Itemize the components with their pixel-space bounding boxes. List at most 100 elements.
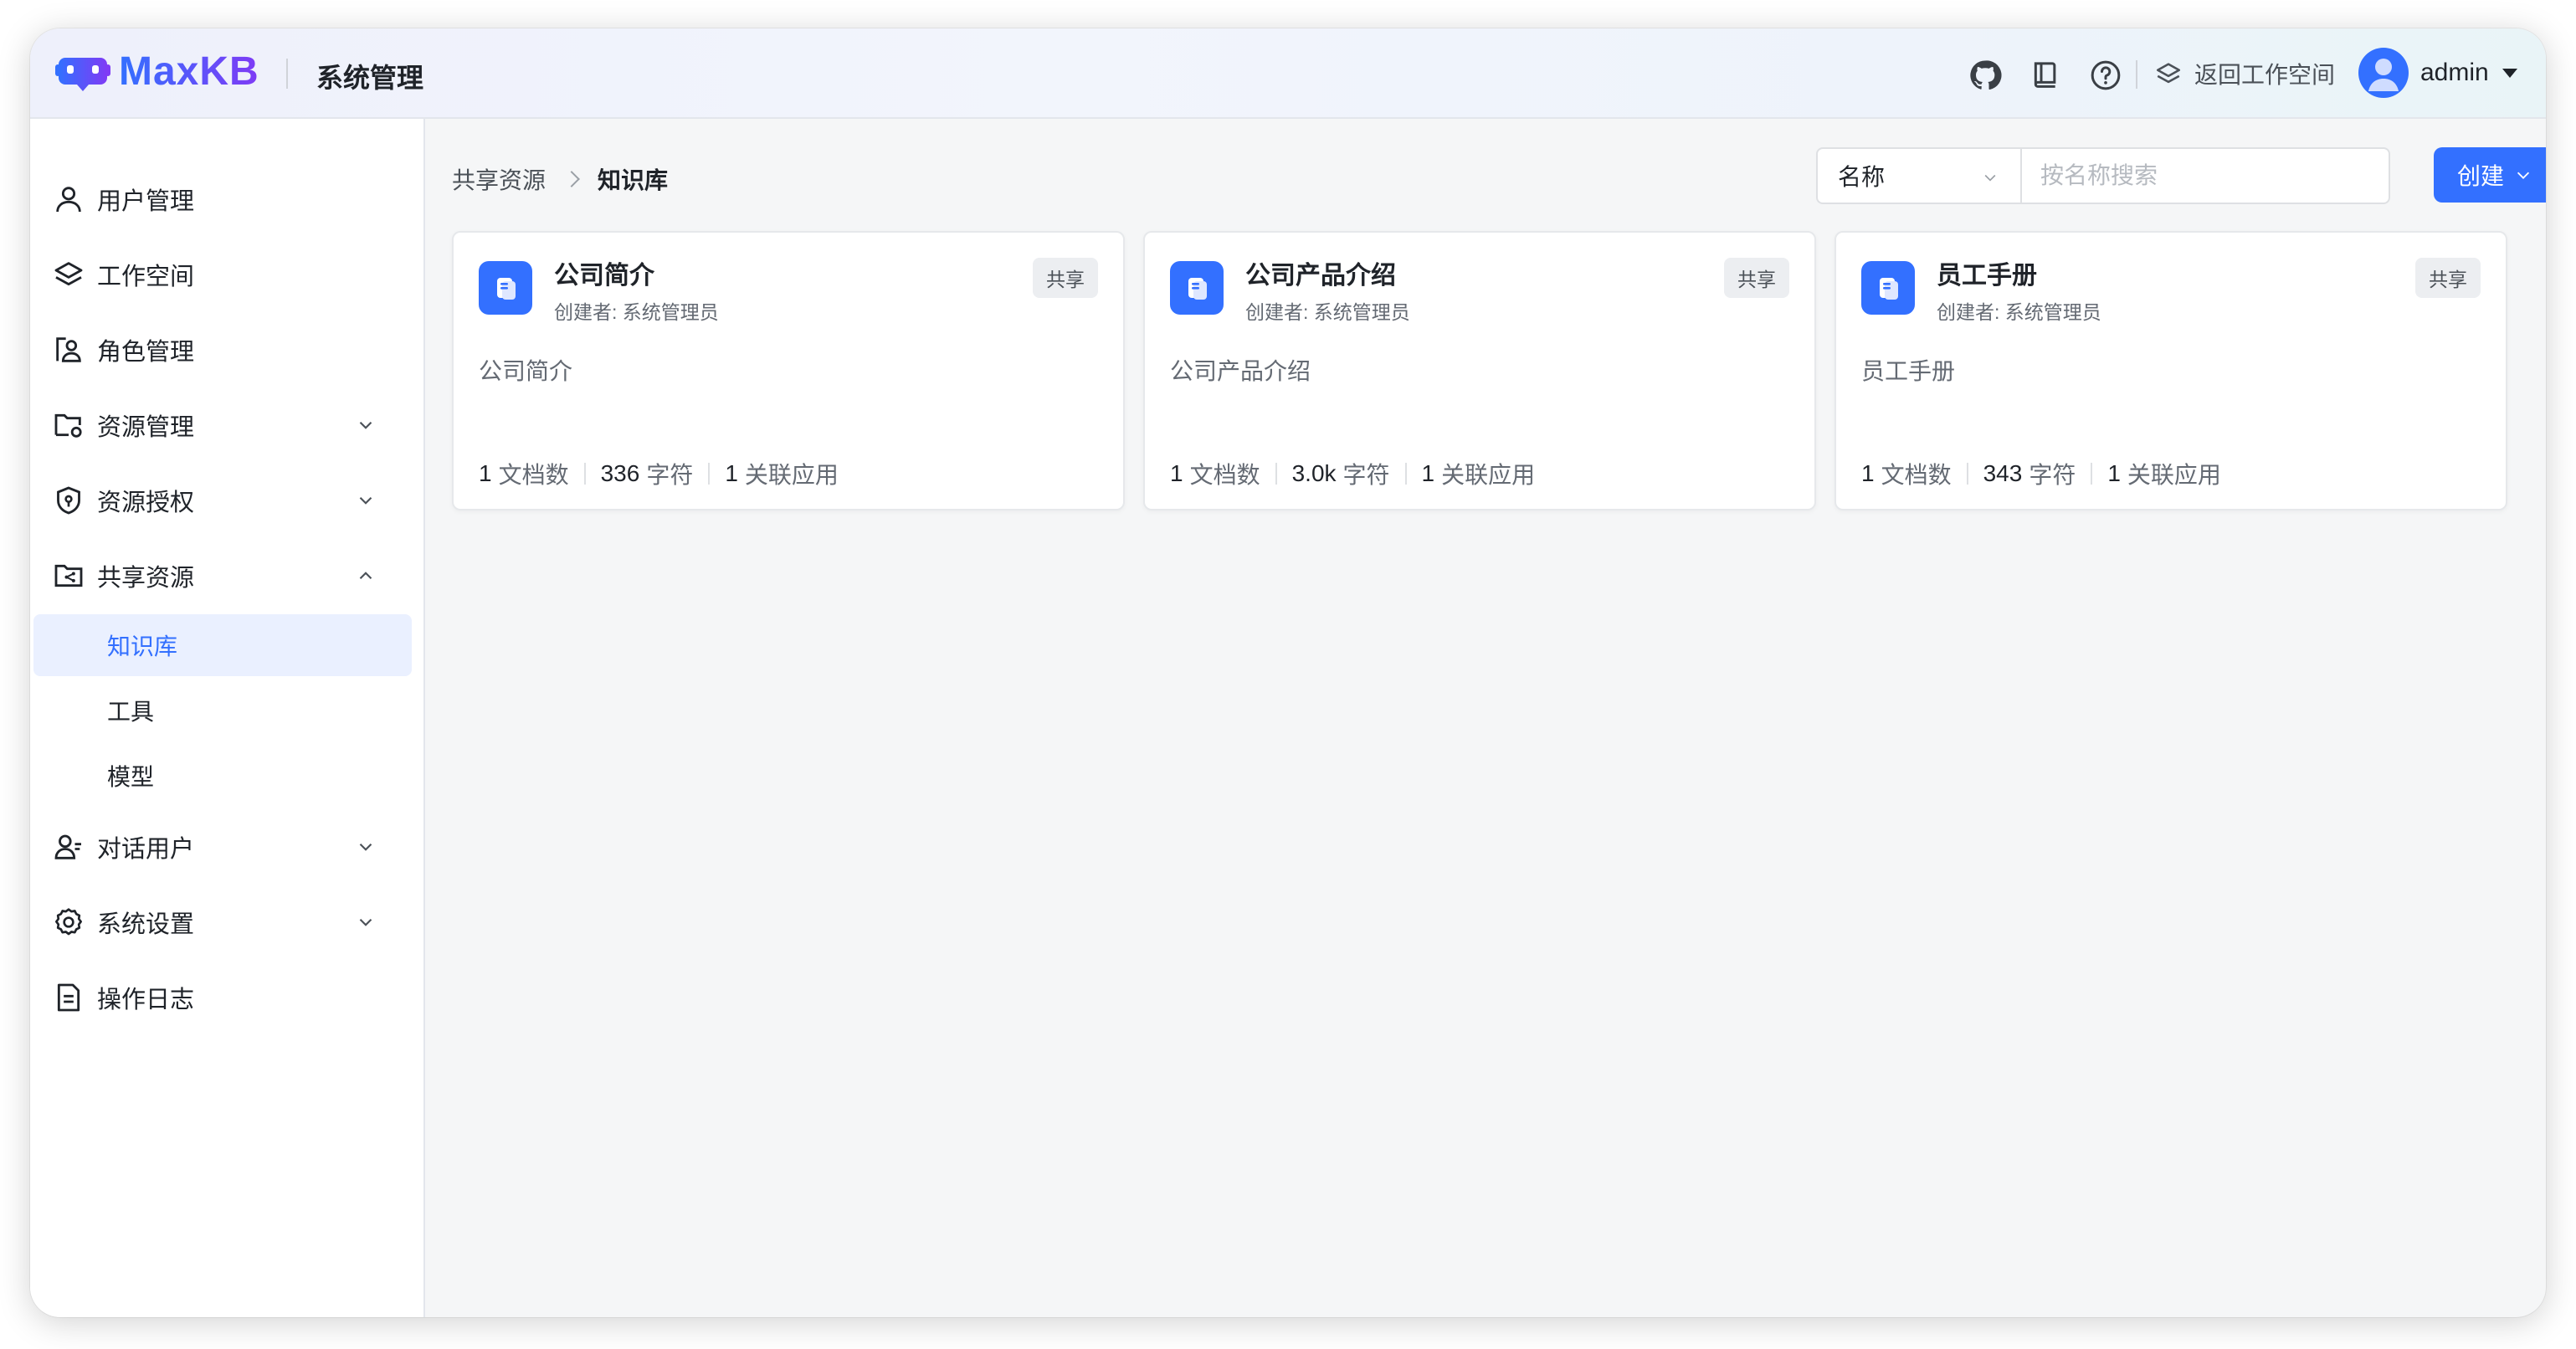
back-to-workspace-label: 返回工作空间	[2194, 62, 2336, 88]
sidebar-item-system-settings[interactable]: 系统设置	[30, 889, 425, 956]
card-stats: 1 文档数 3.0k 字符 1 关联应用	[1170, 457, 1535, 490]
knowledge-card[interactable]: 公司产品介绍 创建者: 系统管理员 共享 公司产品介绍 1 文档数 3.0k 字…	[1143, 231, 1816, 510]
back-to-workspace-button[interactable]: 返回工作空间	[2154, 54, 2335, 94]
header-divider	[286, 59, 288, 89]
sidebar-item-shared-resources[interactable]: 共享资源	[30, 542, 425, 609]
section-title: 系统管理	[316, 63, 424, 93]
top-header: MaxKB 系统管理 返回工作空间 admin	[30, 28, 2546, 119]
card-title: 员工手册	[1937, 262, 2037, 290]
stat-divider	[1275, 463, 1277, 485]
search-field-select[interactable]: 名称	[1816, 147, 2020, 204]
card-description: 员工手册	[1861, 358, 1956, 384]
chevron-down-icon	[359, 918, 372, 926]
app-count: 1	[2107, 460, 2121, 486]
search-field-value: 名称	[1838, 164, 1886, 190]
card-title: 公司简介	[554, 262, 654, 290]
sidebar-item-label: 共享资源	[97, 565, 195, 592]
char-count-label: 字符	[2029, 462, 2076, 488]
create-button-label: 创建	[2456, 163, 2504, 189]
create-button[interactable]: 创建	[2434, 147, 2546, 203]
knowledge-card[interactable]: 员工手册 创建者: 系统管理员 共享 员工手册 1 文档数 343 字符 1 关…	[1835, 231, 2507, 510]
chevron-down-icon	[2517, 172, 2530, 179]
app-count: 1	[725, 460, 738, 486]
card-stats: 1 文档数 336 字符 1 关联应用	[479, 457, 839, 490]
user-menu[interactable]: admin	[2358, 45, 2517, 100]
sidebar-subitem-models[interactable]: 模型	[33, 745, 412, 807]
sidebar-item-role-management[interactable]: 角色管理	[30, 316, 425, 383]
sidebar-item-user-management[interactable]: 用户管理	[30, 166, 425, 233]
doc-count-label: 文档数	[1189, 462, 1260, 488]
doc-count: 1	[479, 460, 492, 486]
char-count-label: 字符	[1342, 462, 1390, 488]
knowledge-base-icon	[479, 261, 532, 315]
card-creator: 创建者: 系统管理员	[554, 301, 719, 323]
chevron-up-icon	[359, 572, 372, 580]
doc-count-label: 文档数	[498, 462, 569, 488]
sidebar-item-chat-users[interactable]: 对话用户	[30, 813, 425, 880]
search-input[interactable]	[2020, 147, 2390, 204]
breadcrumb-current: 知识库	[598, 167, 669, 193]
document-stack-icon	[1880, 278, 1898, 300]
logo[interactable]: MaxKB	[55, 49, 259, 95]
card-stats: 1 文档数 343 字符 1 关联应用	[1861, 457, 2221, 490]
knowledge-base-icon	[1170, 261, 1224, 315]
app-count-label: 关联应用	[2127, 462, 2221, 488]
sidebar-subitem-tools[interactable]: 工具	[33, 680, 412, 741]
knowledge-base-icon	[1861, 261, 1915, 315]
chat-user-icon	[54, 834, 81, 859]
layers-icon	[2156, 63, 2181, 84]
sidebar-item-label: 系统设置	[97, 911, 195, 938]
user-icon	[56, 187, 81, 213]
card-title: 公司产品介绍	[1245, 262, 1396, 290]
doc-count: 1	[1861, 460, 1875, 486]
maxkb-logo-icon	[55, 57, 110, 91]
sidebar-item-label: 资源授权	[97, 490, 195, 516]
app-count: 1	[1421, 460, 1435, 486]
document-icon	[57, 983, 80, 1012]
sidebar-item-operation-log[interactable]: 操作日志	[30, 964, 425, 1031]
role-icon	[56, 337, 81, 362]
header-separator	[2136, 60, 2137, 89]
sidebar-subitem-knowledge-base[interactable]: 知识库	[33, 614, 412, 676]
sidebar-item-label: 工作空间	[97, 264, 195, 290]
sidebar-item-resource-management[interactable]: 资源管理	[30, 392, 425, 459]
folder-share-icon	[54, 564, 83, 587]
app-count-label: 关联应用	[744, 462, 839, 488]
sidebar-item-label: 角色管理	[97, 339, 195, 366]
github-icon[interactable]	[1968, 59, 2002, 92]
breadcrumb-parent[interactable]: 共享资源	[452, 162, 546, 196]
shared-badge: 共享	[1033, 258, 1098, 298]
sidebar-item-label: 资源管理	[97, 414, 195, 441]
doc-count: 1	[1170, 460, 1183, 486]
layers-icon	[54, 262, 83, 286]
document-stack-icon	[1188, 278, 1207, 300]
card-description: 公司简介	[479, 358, 573, 384]
sidebar-item-workspace[interactable]: 工作空间	[30, 241, 425, 308]
stat-divider	[1966, 463, 1968, 485]
brand-name: MaxKB	[119, 49, 259, 94]
sidebar-item-resource-authorization[interactable]: 资源授权	[30, 467, 425, 534]
card-creator: 创建者: 系统管理员	[1937, 301, 2101, 323]
char-count-label: 字符	[646, 462, 694, 488]
sidebar-item-label: 用户管理	[97, 188, 195, 215]
chevron-down-icon	[359, 843, 372, 851]
knowledge-card[interactable]: 公司简介 创建者: 系统管理员 共享 公司简介 1 文档数 336 字符 1 关…	[452, 231, 1125, 510]
char-count: 336	[600, 460, 640, 486]
help-icon[interactable]	[2089, 59, 2122, 92]
chevron-down-icon	[359, 496, 372, 505]
book-icon[interactable]	[2029, 59, 2062, 92]
app-window: MaxKB 系统管理 返回工作空间 admin 用户管理 工作空间 角色管理 资…	[30, 28, 2546, 1317]
document-stack-icon	[497, 278, 516, 300]
caret-down-icon	[2502, 68, 2517, 78]
sidebar: 用户管理 工作空间 角色管理 资源管理 资源授权 共享资源 知识库 工具 模型 …	[30, 119, 425, 1317]
shared-badge: 共享	[1724, 258, 1789, 298]
breadcrumb: 共享资源 知识库	[452, 162, 668, 196]
card-creator: 创建者: 系统管理员	[1245, 301, 1410, 323]
username: admin	[2420, 59, 2489, 86]
stat-divider	[2091, 463, 2093, 485]
char-count: 343	[1983, 460, 2023, 486]
stat-divider	[708, 463, 711, 485]
chevron-down-icon	[359, 421, 372, 429]
breadcrumb-chevron-icon	[563, 171, 580, 187]
folder-gear-icon	[54, 413, 82, 438]
